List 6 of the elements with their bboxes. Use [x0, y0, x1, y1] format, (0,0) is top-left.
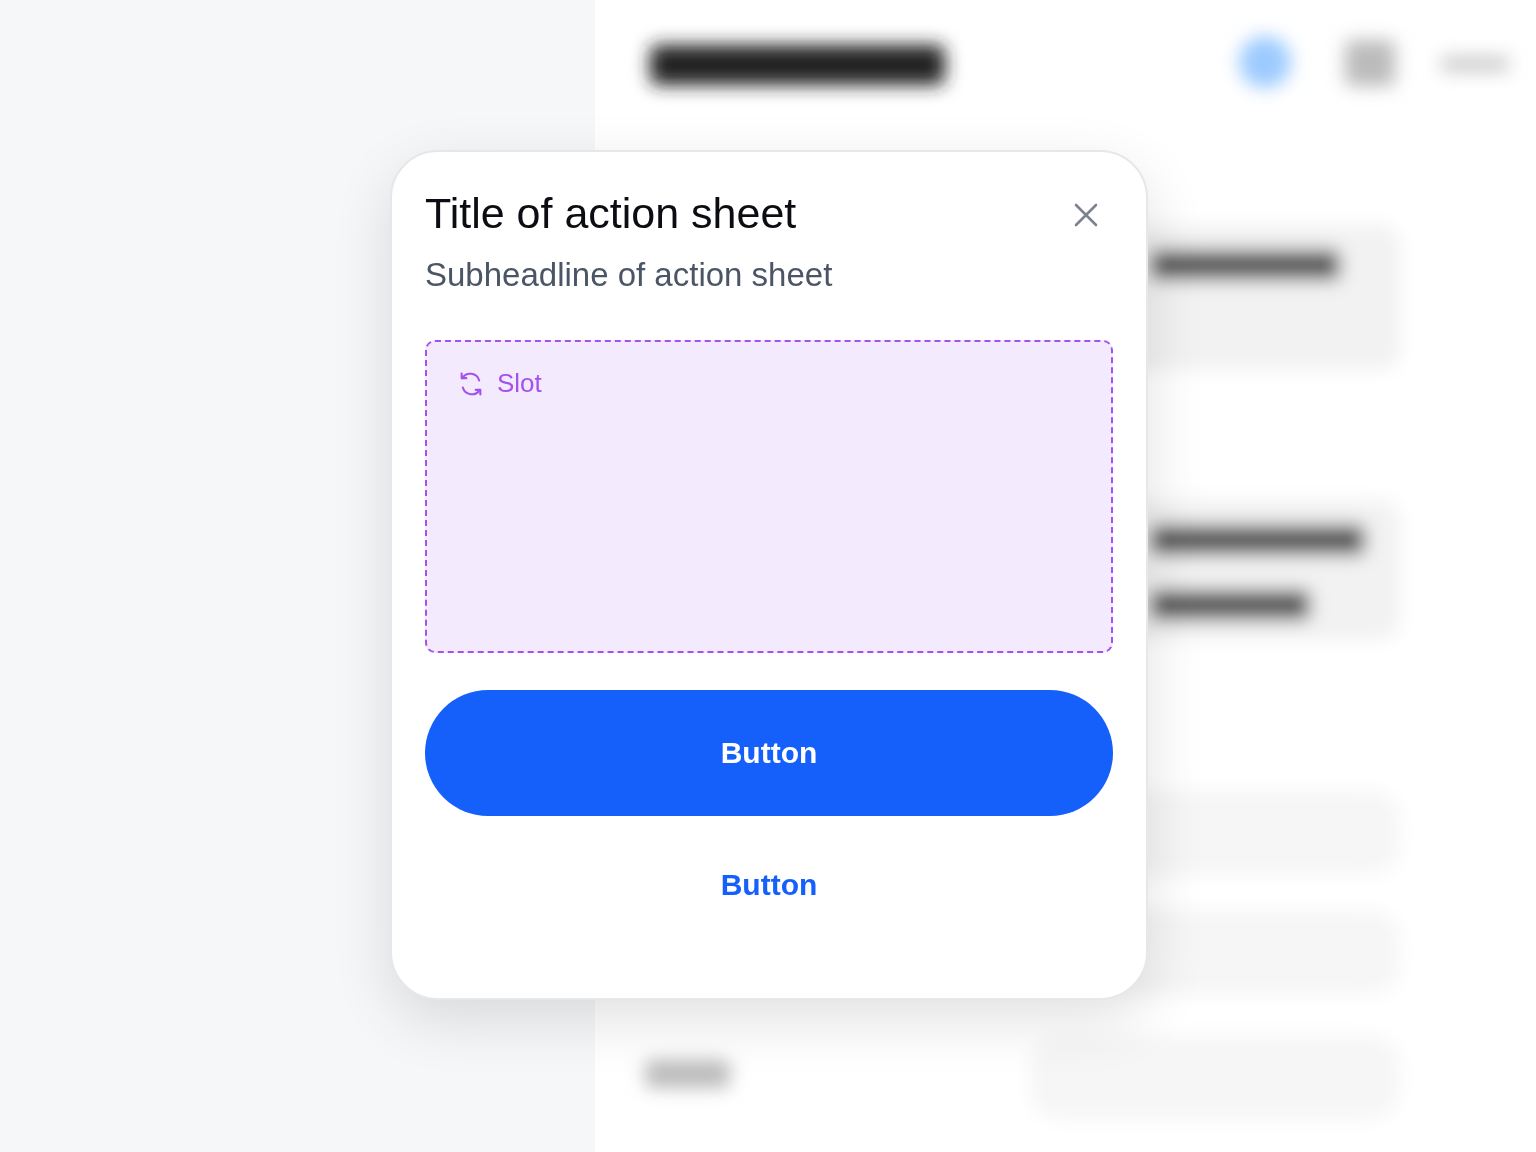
- slot-label: Slot: [497, 367, 542, 399]
- sheet-title: Title of action sheet: [425, 188, 797, 239]
- close-icon: [1073, 202, 1099, 228]
- primary-button[interactable]: Button: [425, 689, 1113, 816]
- text-button[interactable]: Button: [708, 859, 830, 910]
- sheet-subtitle: Subheadline of action sheet: [425, 255, 834, 294]
